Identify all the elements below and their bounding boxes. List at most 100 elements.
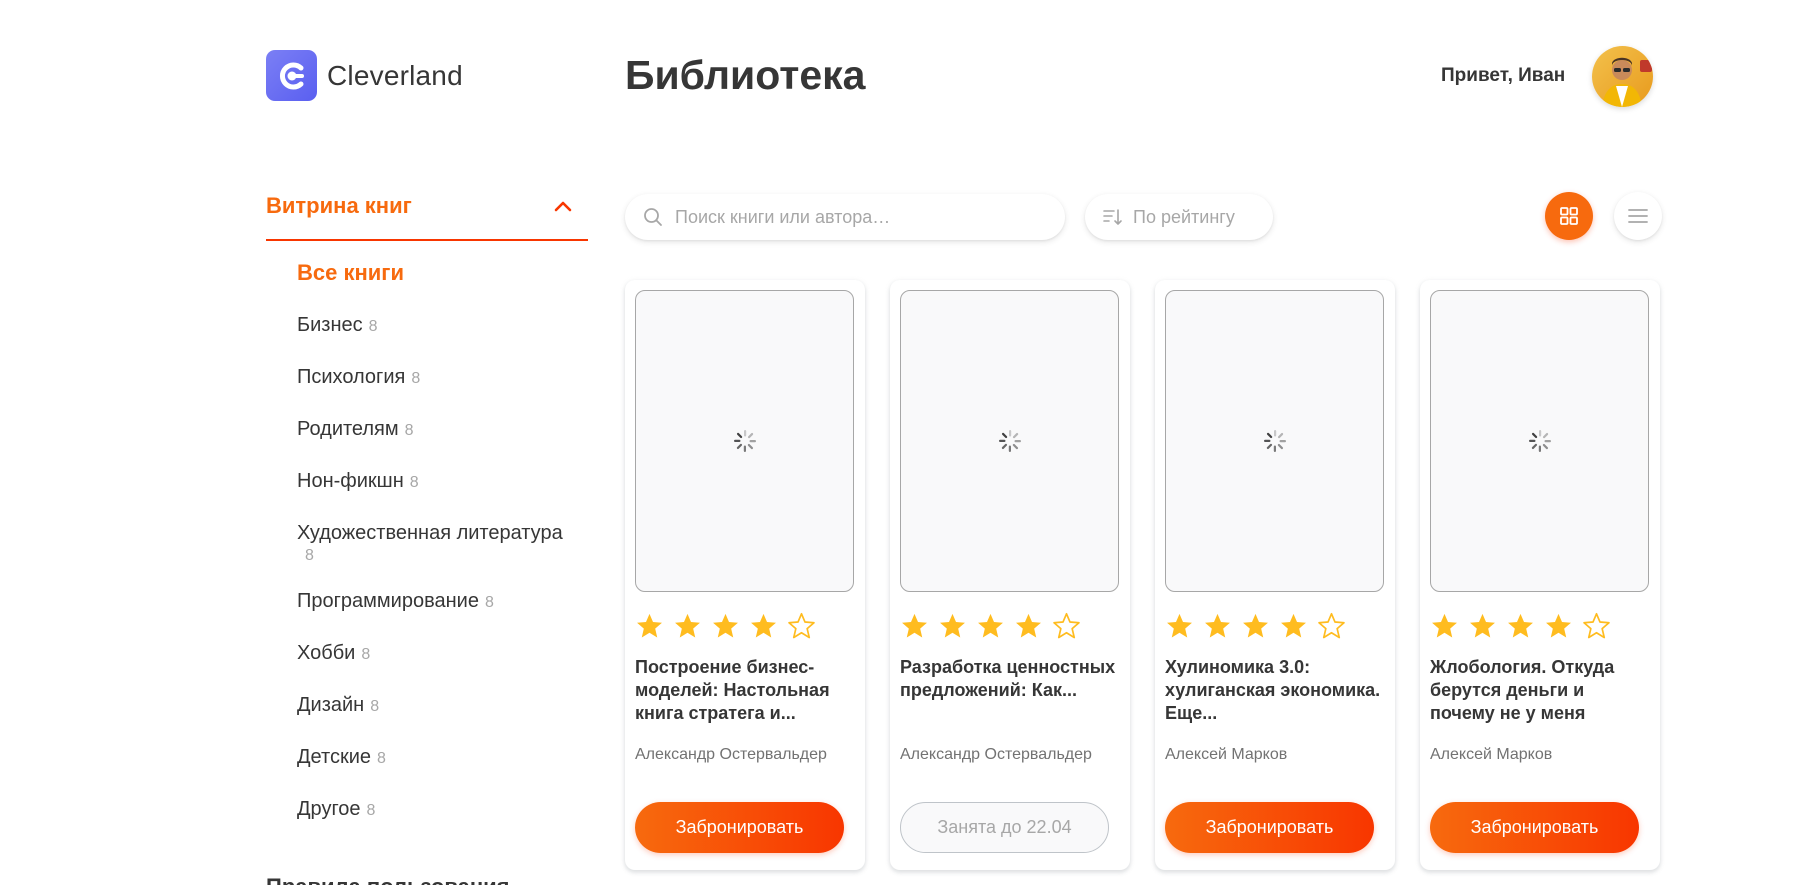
sidebar-item-count: 8 [368, 318, 378, 335]
grid-icon [1560, 207, 1578, 225]
logo-icon [266, 50, 317, 101]
sidebar-item-business[interactable]: Бизнес 8 [297, 312, 607, 340]
sort-button[interactable]: По рейтингу [1085, 194, 1273, 240]
sidebar-item-all-books[interactable]: Все книги [297, 260, 607, 286]
book-card[interactable]: Построение бизнес-моделей: Настольная кн… [625, 280, 865, 870]
star-icon [902, 613, 927, 638]
star-icon [1016, 613, 1041, 638]
logo-text: Cleverland [327, 59, 463, 91]
sidebar-item-label: Программирование [297, 590, 479, 612]
sidebar-section-title: Витрина книг [266, 193, 412, 218]
rating-stars [900, 612, 1081, 641]
spinner-icon [998, 430, 1021, 452]
sort-icon [1103, 209, 1122, 225]
star-icon [1470, 613, 1495, 638]
sidebar-item-parents[interactable]: Родителям 8 [297, 416, 607, 444]
rating-stars [1165, 612, 1346, 641]
book-card[interactable]: Разработка ценностных предложений: Как..… [890, 280, 1130, 870]
sidebar-item-label: Художественная литература [297, 522, 563, 544]
book-reserve-button[interactable]: Забронировать [1430, 802, 1639, 853]
star-icon [1281, 613, 1306, 638]
sidebar-section-toggle[interactable]: Витрина книг [266, 193, 588, 241]
sidebar-item-fiction[interactable]: Художественная литература 8 [297, 520, 607, 566]
book-cover [1165, 290, 1384, 592]
book-card[interactable]: Жлобология. Откуда берутся деньги и поче… [1420, 280, 1660, 870]
sidebar-item-label: Другое [297, 798, 361, 820]
rating-stars [635, 612, 816, 641]
sidebar-item-count: 8 [411, 370, 421, 387]
search-box[interactable] [625, 194, 1065, 240]
star-icon [1167, 613, 1192, 638]
user-greeting: Привет, Иван [1441, 65, 1566, 86]
list-icon [1628, 209, 1648, 223]
rating-stars [1430, 612, 1611, 641]
sidebar-item-count: 8 [370, 698, 380, 715]
star-icon [713, 613, 738, 638]
rules-link[interactable]: Правила пользования [266, 874, 509, 885]
sidebar-item-label: Хобби [297, 642, 356, 664]
book-author: Александр Остервальдер [635, 746, 827, 763]
sidebar-item-psychology[interactable]: Психология 8 [297, 364, 607, 392]
sidebar-item-count: 8 [361, 646, 371, 663]
book-author: Александр Остервальдер [900, 746, 1092, 763]
star-icon [1053, 612, 1080, 639]
search-input[interactable] [675, 206, 1035, 228]
star-icon [1546, 613, 1571, 638]
star-icon [940, 613, 965, 638]
star-icon [637, 613, 662, 638]
sidebar-item-hobby[interactable]: Хобби 8 [297, 640, 607, 668]
book-card[interactable]: Хулиномика 3.0: хулиганская экономика. Е… [1155, 280, 1395, 870]
list-view-button[interactable] [1614, 192, 1662, 240]
sidebar-item-count: 8 [376, 750, 386, 767]
sidebar-item-count: 8 [484, 594, 494, 611]
sidebar-item-label: Детские [297, 746, 371, 768]
star-icon [978, 613, 1003, 638]
book-author: Алексей Марков [1430, 746, 1553, 763]
star-icon [1205, 613, 1230, 638]
sidebar-item-label: Родителям [297, 418, 399, 440]
star-icon [788, 612, 815, 639]
spinner-icon [733, 430, 756, 452]
book-author: Алексей Марков [1165, 746, 1288, 763]
book-cover [900, 290, 1119, 592]
book-cover [635, 290, 854, 592]
book-title: Хулиномика 3.0: хулиганская экономика. Е… [1165, 657, 1381, 723]
star-icon [1432, 613, 1457, 638]
chevron-up-icon [554, 201, 572, 212]
book-title: Жлобология. Откуда берутся деньги и поче… [1430, 657, 1615, 723]
sidebar-item-label: Психология [297, 366, 406, 388]
sidebar-item-count: 8 [305, 547, 314, 564]
sidebar-item-label: Бизнес [297, 314, 363, 336]
star-icon [675, 613, 700, 638]
sidebar-item-label: Нон-фикшн [297, 470, 404, 492]
star-icon [1318, 612, 1345, 639]
book-reserve-button[interactable]: Забронировать [1165, 802, 1374, 853]
grid-view-button[interactable] [1545, 192, 1593, 240]
sort-label: По рейтингу [1133, 206, 1235, 227]
star-icon [751, 613, 776, 638]
sidebar-item-count: 8 [409, 474, 419, 491]
search-icon [644, 208, 662, 226]
book-title: Разработка ценностных предложений: Как..… [900, 657, 1116, 700]
sidebar-item-nonfiction[interactable]: Нон-фикшн 8 [297, 468, 607, 496]
sidebar-item-count: 8 [404, 422, 414, 439]
logo[interactable]: Cleverland [266, 50, 463, 101]
sidebar-item-label: Все книги [297, 260, 404, 285]
sidebar-item-programming[interactable]: Программирование 8 [297, 588, 607, 616]
book-busy-button[interactable]: Занята до 22.04 [900, 802, 1109, 853]
page-title: Библиотека [625, 52, 866, 98]
book-cover [1430, 290, 1649, 592]
book-title: Построение бизнес-моделей: Настольная кн… [635, 657, 830, 723]
spinner-icon [1263, 430, 1286, 452]
star-icon [1508, 613, 1533, 638]
book-reserve-button[interactable]: Забронировать [635, 802, 844, 853]
sidebar-item-design[interactable]: Дизайн 8 [297, 692, 607, 720]
sidebar-item-other[interactable]: Другое 8 [297, 796, 607, 824]
sidebar-item-kids[interactable]: Детские 8 [297, 744, 607, 772]
star-icon [1583, 612, 1610, 639]
avatar[interactable] [1592, 46, 1653, 107]
spinner-icon [1528, 430, 1551, 452]
category-list: Все книги Бизнес 8 Психология 8 Родителям 8… [297, 260, 607, 848]
star-icon [1243, 613, 1268, 638]
sidebar-item-count: 8 [366, 802, 376, 819]
